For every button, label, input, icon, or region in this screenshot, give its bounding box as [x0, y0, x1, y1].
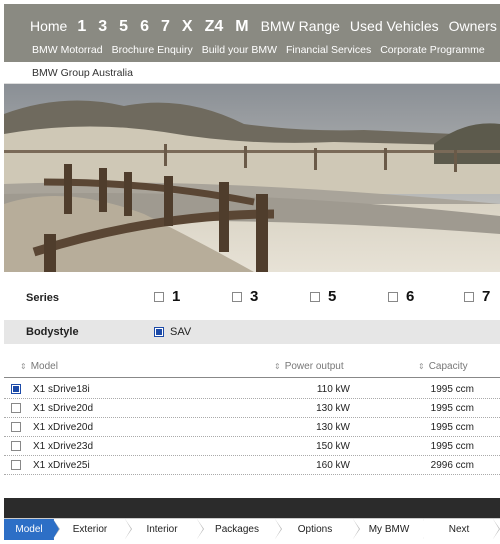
nav-series-x[interactable]: X [182, 18, 193, 36]
series-7-label: 7 [482, 288, 491, 305]
series-5-checkbox[interactable] [310, 291, 320, 302]
subnav-build-your-bmw[interactable]: Build your BMW [202, 44, 277, 56]
summary-bar [4, 498, 500, 518]
model-table-body: X1 sDrive18i 110 kW 1995 ccm X1 sDrive20… [4, 380, 500, 475]
capacity: 1995 ccm [430, 441, 474, 452]
power-output: 130 kW [316, 422, 350, 433]
step-exterior[interactable]: Exterior [54, 519, 132, 540]
bodystyle-label: Bodystyle [26, 326, 79, 338]
step-options[interactable]: Options [276, 519, 360, 540]
series-label: Series [26, 292, 60, 304]
series-option-6[interactable]: 6 [388, 288, 414, 305]
row-checkbox[interactable] [11, 384, 21, 394]
group-bar: BMW Group Australia [4, 62, 500, 84]
subnav-corporate-programme[interactable]: Corporate Programme [380, 44, 484, 56]
power-output: 110 kW [316, 384, 350, 395]
power-output: 160 kW [316, 460, 350, 471]
row-checkbox[interactable] [11, 460, 21, 470]
row-checkbox[interactable] [11, 441, 21, 451]
chevron-fill [493, 519, 499, 539]
table-row[interactable]: X1 xDrive20d 130 kW 1995 ccm [4, 418, 500, 437]
column-capacity[interactable]: ⇕ Capacity [418, 361, 468, 372]
series-6-label: 6 [406, 288, 415, 305]
table-row[interactable]: X1 xDrive25i 160 kW 2996 ccm [4, 456, 500, 475]
nav-owners[interactable]: Owners [449, 18, 497, 34]
series-6-checkbox[interactable] [388, 291, 398, 302]
subnav-financial-services[interactable]: Financial Services [286, 44, 371, 56]
model-name: X1 sDrive18i [33, 384, 90, 395]
series-1-label: 1 [172, 288, 181, 305]
row-checkbox[interactable] [11, 403, 21, 413]
table-row[interactable]: X1 xDrive23d 150 kW 1995 ccm [4, 437, 500, 456]
model-name: X1 xDrive23d [33, 441, 94, 452]
row-checkbox[interactable] [11, 422, 21, 432]
column-model-label: Model [30, 361, 58, 372]
series-3-checkbox[interactable] [232, 291, 242, 302]
group-link[interactable]: BMW Group Australia [32, 67, 133, 79]
sav-label: SAV [170, 326, 192, 338]
power-output: 130 kW [316, 403, 350, 414]
step-my-bmw[interactable]: My BMW [354, 519, 430, 540]
nav-series-6[interactable]: 6 [140, 18, 149, 36]
capacity: 1995 ccm [430, 384, 474, 395]
power-output: 150 kW [316, 441, 350, 452]
step-packages-label: Packages [215, 524, 259, 535]
sort-icon: ⇕ [274, 361, 281, 371]
nav-series-z4[interactable]: Z4 [205, 18, 224, 36]
sort-icon: ⇕ [418, 361, 425, 371]
step-options-label: Options [297, 524, 333, 535]
nav-bmw-range[interactable]: BMW Range [261, 18, 340, 34]
nav-series-7[interactable]: 7 [161, 18, 170, 36]
series-7-checkbox[interactable] [464, 291, 474, 302]
table-row[interactable]: X1 sDrive18i 110 kW 1995 ccm [4, 380, 500, 399]
column-power[interactable]: ⇕ Power output [274, 361, 344, 372]
hero-image [4, 84, 500, 272]
capacity: 1995 ccm [430, 403, 474, 414]
subnav-brochure-enquiry[interactable]: Brochure Enquiry [112, 44, 193, 56]
table-row[interactable]: X1 sDrive20d 130 kW 1995 ccm [4, 399, 500, 418]
nav-series-3[interactable]: 3 [98, 18, 107, 36]
capacity: 1995 ccm [430, 422, 474, 433]
column-capacity-label: Capacity [428, 361, 468, 372]
next-label: Next [448, 524, 470, 535]
nav-series-m[interactable]: M [235, 18, 248, 36]
series-3-label: 3 [250, 288, 259, 305]
nav-used-vehicles[interactable]: Used Vehicles [350, 18, 439, 34]
capacity: 2996 ccm [430, 460, 474, 471]
model-name: X1 xDrive20d [33, 422, 94, 433]
sub-nav: BMW Motorrad Brochure Enquiry Build your… [32, 44, 494, 56]
step-exterior-label: Exterior [72, 524, 108, 535]
series-option-3[interactable]: 3 [232, 288, 258, 305]
top-navigation: Home 1 3 5 6 7 X Z4 M BMW Range Used Veh… [4, 4, 500, 62]
step-model[interactable]: Model [4, 519, 60, 540]
sav-checkbox[interactable] [154, 327, 164, 337]
nav-home[interactable]: Home [30, 18, 67, 34]
next-button[interactable]: Next [424, 519, 500, 540]
column-power-label: Power output [284, 361, 344, 372]
series-1-checkbox[interactable] [154, 291, 164, 302]
step-interior-label: Interior [146, 524, 178, 535]
step-packages[interactable]: Packages [198, 519, 282, 540]
model-name: X1 xDrive25i [33, 460, 90, 471]
subnav-motorrad[interactable]: BMW Motorrad [32, 44, 103, 56]
series-option-7[interactable]: 7 [464, 288, 490, 305]
step-interior[interactable]: Interior [126, 519, 204, 540]
column-model[interactable]: ⇕ Model [20, 361, 58, 372]
series-filter: Series 1 3 5 6 7 [4, 280, 500, 314]
series-5-label: 5 [328, 288, 337, 305]
sort-icon: ⇕ [20, 361, 27, 371]
bodystyle-filter: Bodystyle SAV [4, 320, 500, 344]
beach-fence-photo [4, 84, 500, 272]
nav-series-5[interactable]: 5 [119, 18, 128, 36]
model-table-header: ⇕ Model ⇕ Power output ⇕ Capacity [4, 358, 500, 378]
bodystyle-option-sav[interactable]: SAV [154, 326, 191, 338]
step-model-label: Model [15, 524, 43, 535]
main-nav: Home 1 3 5 6 7 X Z4 M BMW Range Used Veh… [30, 18, 500, 36]
series-option-5[interactable]: 5 [310, 288, 336, 305]
configurator-steps: Model Exterior Interior Packages Options… [4, 518, 500, 540]
series-option-1[interactable]: 1 [154, 288, 180, 305]
step-my-bmw-label: My BMW [368, 524, 410, 535]
model-name: X1 sDrive20d [33, 403, 94, 414]
nav-series-1[interactable]: 1 [77, 18, 86, 36]
